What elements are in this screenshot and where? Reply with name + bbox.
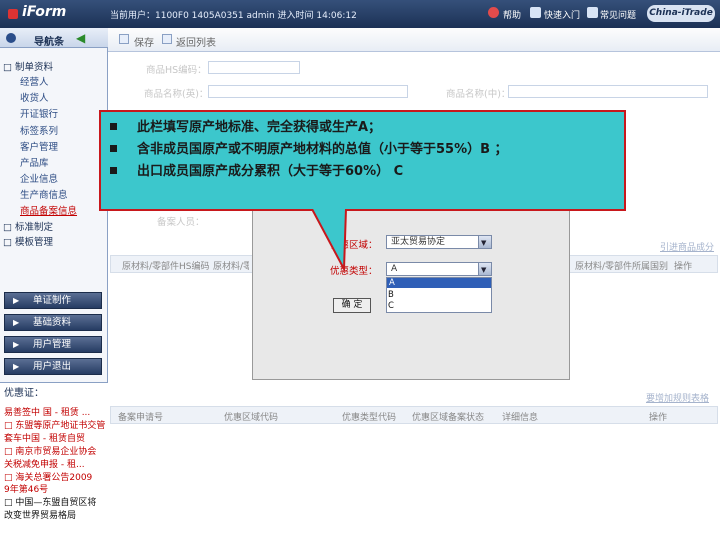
name-en-input[interactable] [208,85,408,98]
back-button[interactable]: 返回列表 [176,34,216,49]
callout-line-b: 含非成员国原产或不明原产地材料的总值（小于等于55%）B ； [137,142,508,157]
col-material-hs: 原材料/零部件HS编码 [122,262,210,272]
tree-item[interactable]: 产品库 [20,155,49,169]
login-info: 当前用户：1100F0 1405A0351 admin 进入时间 14:06:1… [110,11,357,21]
type-option-a[interactable]: A [387,278,491,288]
tree-item[interactable]: 标签系列 [20,123,58,137]
nav-button-logout[interactable]: ▶ 用户退出 [4,358,102,375]
notice-item[interactable]: □ 中国—东盟自贸区将 [4,495,96,508]
col-action: 操作 [674,262,693,272]
nav-button-docs[interactable]: ▶ 单证制作 [4,292,102,309]
callout-line-a: 此栏填写原产地标准、完全获得或生产A； [137,120,382,135]
col-material: 原材料/零部件 [213,262,249,272]
name-cn-label: 商品名称(中)： [446,89,511,100]
add-component-link[interactable]: 引进商品成分 [660,240,714,253]
tree-group-docs[interactable]: □ 制单资料 [3,59,53,73]
hs-code-label: 商品HS编码： [146,65,207,76]
notice-item[interactable]: 9年第46号 [4,482,48,495]
quickstart-link[interactable]: 快速入门 [544,8,580,21]
arrow-right-icon: ▶ [13,296,20,305]
col-region-code: 优惠区域代码 [224,413,279,423]
tree-item[interactable]: 开证银行 [20,106,58,120]
remark-label: 备案人员： [157,217,205,228]
bullet-icon [110,145,117,152]
ok-button[interactable]: 确 定 [333,298,371,313]
nav-icon [6,33,16,43]
col-apply-no: 备案申请号 [118,413,164,423]
nav-button-basic[interactable]: ▶ 基础资料 [4,314,102,331]
sidebar-title: 导航条 [34,37,64,48]
arrow-right-icon: ▶ [13,362,20,371]
book-icon [530,7,541,18]
tree-item[interactable]: 收货人 [20,90,49,104]
app-logo: iForm [22,4,67,20]
tree-item-active[interactable]: 商品备案信息 [20,203,77,217]
tree-item[interactable]: 客户管理 [20,139,58,153]
col-status: 优惠区域备案状态 [412,413,485,423]
collapse-arrow-icon[interactable]: ◀ [76,31,85,45]
region-select[interactable]: 亚太贸易协定 [386,235,492,249]
notice-title: 优惠证： [4,388,44,399]
notice-item[interactable]: □ 南京市贸易企业协会 [4,444,96,457]
bullet-icon [110,167,117,174]
faq-icon [587,7,598,18]
chevron-down-icon[interactable] [478,236,491,249]
save-button[interactable]: 保存 [134,34,154,49]
notice-item[interactable]: 易善签中 国 - 租赁 ... [4,405,90,418]
brand-badge: China-iTrade [647,5,715,22]
tree-group-standard[interactable]: □ 标准制定 [3,219,53,233]
hs-code-input[interactable] [208,61,300,74]
bullet-icon [110,123,117,130]
notice-item[interactable]: 关税减免申报 - 租... [4,457,85,470]
notice-item[interactable]: 改变世界贸易格局 [4,508,76,521]
type-select[interactable]: A [386,262,492,276]
name-cn-input[interactable] [508,85,708,98]
col-material-country: 原材料/零部件所属国别 [575,262,669,272]
save-icon [119,34,129,44]
tree-item[interactable]: 经营人 [20,74,49,88]
name-en-label: 商品名称(英)： [144,89,209,100]
chevron-down-icon[interactable] [478,263,491,276]
tree-item[interactable]: 企业信息 [20,171,58,185]
help-link[interactable]: 帮助 [503,8,521,21]
notice-item[interactable]: 套车中国 - 租赁自贸 [4,431,85,444]
notice-item[interactable]: □ 东盟等原产地证书交管 [4,418,105,431]
callout-line-c: 出口成员国原产成分累积（大于等于60%） C [137,164,404,179]
tree-group-template[interactable]: □ 模板管理 [3,234,53,248]
logo-icon [8,9,18,19]
type-option-c[interactable]: C [388,301,394,311]
nav-button-users[interactable]: ▶ 用户管理 [4,336,102,353]
faq-link[interactable]: 常见问题 [600,8,636,21]
type-option-b[interactable]: B [388,290,394,300]
arrow-right-icon: ▶ [13,340,20,349]
col-type-code: 优惠类型代码 [342,413,397,423]
col-detail: 详细信息 [502,413,539,423]
back-icon [162,34,172,44]
col-action-2: 操作 [649,413,668,423]
tree-item[interactable]: 生产商信息 [20,187,68,201]
callout-tail [311,209,347,271]
add-rule-link[interactable]: 要增加规则表格 [646,391,709,404]
arrow-right-icon: ▶ [13,318,20,327]
help-icon [488,7,499,18]
